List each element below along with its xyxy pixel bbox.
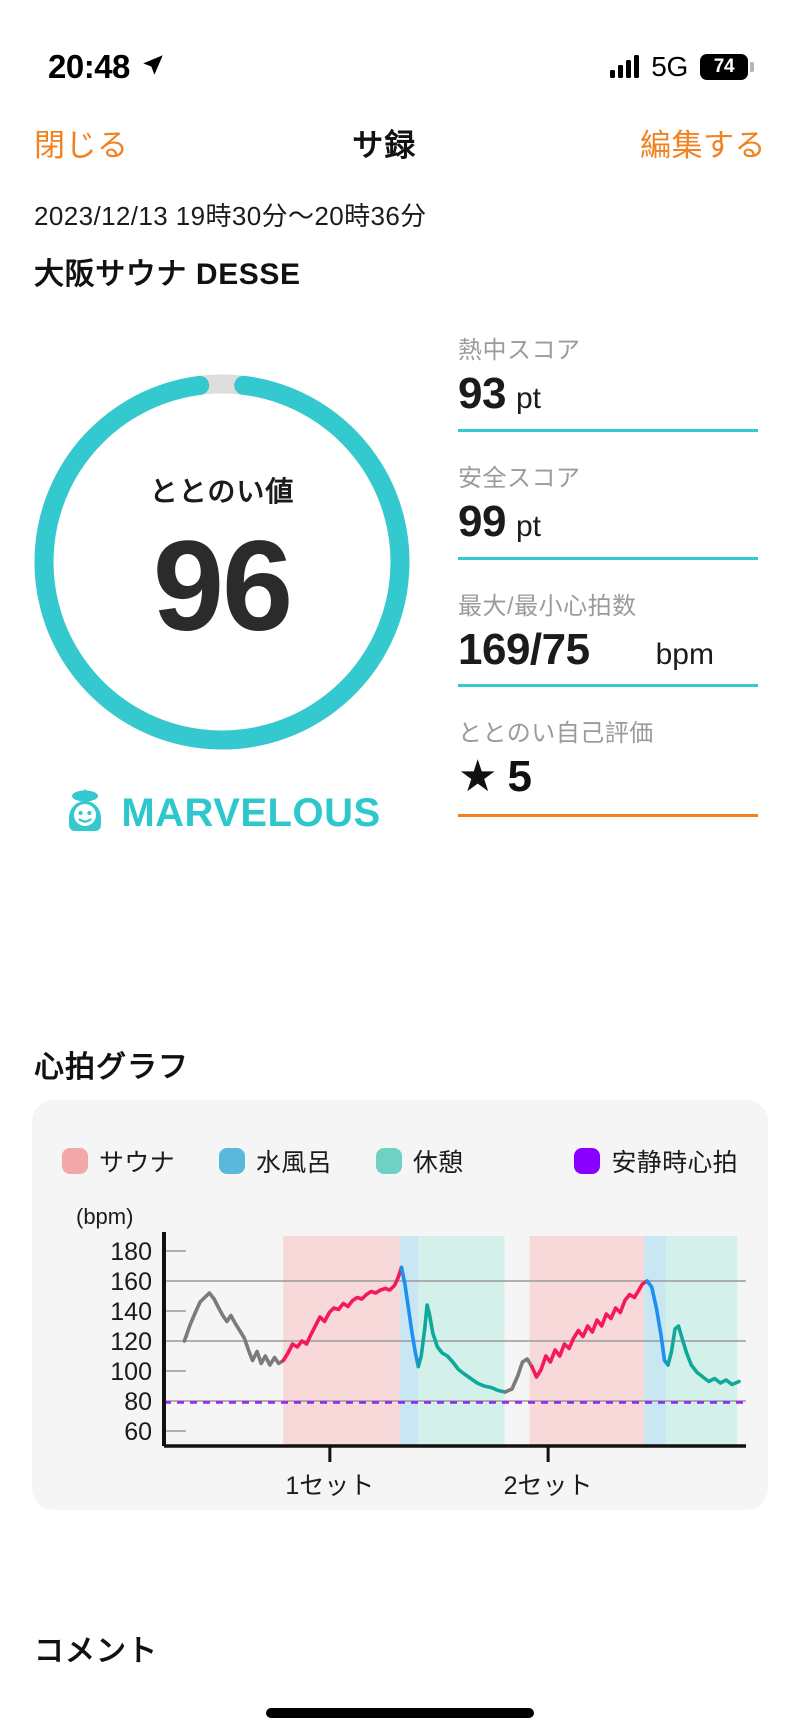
svg-text:180: 180 [110, 1238, 152, 1266]
edit-button[interactable]: 編集する [640, 120, 766, 165]
stat-value-row[interactable]: ★ 5 [458, 748, 758, 818]
score-section: ととのい値 96 MARVELOUS 熱中スコア 93 pt 安全スコア 99 … [0, 330, 800, 920]
navigation-bar: 閉じる サ録 編集する [0, 104, 800, 180]
svg-text:100: 100 [110, 1358, 152, 1386]
stat-unit: bpm [655, 638, 714, 671]
stat-label: ととのい自己評価 [458, 720, 654, 748]
svg-text:160: 160 [110, 1268, 152, 1296]
network-label: 5G [651, 51, 688, 82]
svg-text:2セット: 2セット [504, 1472, 593, 1498]
status-bar-left: 20:48 [48, 48, 166, 86]
status-time: 20:48 [48, 48, 130, 85]
status-bar: 20:48 5G 74 [0, 0, 800, 100]
stat-label: 安全スコア [458, 465, 581, 492]
stat-label: 熱中スコア [458, 337, 581, 364]
star-icon: ★ [458, 752, 498, 802]
chart-y-axis-unit: (bpm) [76, 1204, 134, 1229]
stat-label: 最大/最小心拍数 [458, 593, 637, 620]
session-header: 2023/12/13 19時30分〜20時36分 大阪サウナ DESSE [34, 196, 766, 293]
rank-badge: MARVELOUS [22, 782, 422, 844]
stats-list: 熱中スコア 93 pt 安全スコア 99 pt 最大/最小心拍数 169/75 … [458, 330, 758, 843]
stat-safety-score: 安全スコア 99 pt [458, 458, 758, 560]
svg-text:1セット: 1セット [285, 1472, 374, 1498]
legend-swatch-rest [375, 1148, 402, 1174]
legend-label: 安静時心拍 [611, 1149, 738, 1177]
stat-value-row: 169/75 bpm [458, 621, 758, 688]
stat-unit: pt [515, 510, 541, 543]
session-date-range: 2023/12/13 19時30分〜20時36分 [34, 201, 427, 231]
legend-label: 水風呂 [255, 1149, 332, 1177]
battery-level: 74 [713, 56, 735, 77]
comment-section-title: コメント [34, 1635, 158, 1668]
home-indicator[interactable] [266, 1708, 534, 1718]
svg-text:120: 120 [110, 1328, 152, 1356]
legend-swatch-sauna [62, 1148, 88, 1174]
rank-badge-label: MARVELOUS [121, 790, 381, 835]
stat-heat-score: 熱中スコア 93 pt [458, 330, 758, 432]
sauna-character-icon [63, 788, 107, 839]
totonoi-score-ring: ととのい値 96 [22, 362, 422, 762]
location-arrow-icon [140, 52, 166, 83]
stat-value-row: 99 pt [458, 493, 758, 560]
legend-item-rest: 休憩 [375, 1143, 464, 1179]
app-screen: 20:48 5G 74 閉じる サ録 編集する 2023/12/13 19時30… [0, 0, 800, 1732]
svg-text:80: 80 [124, 1388, 152, 1416]
legend-swatch-resting-hr [574, 1148, 601, 1174]
close-button[interactable]: 閉じる [34, 120, 129, 165]
page-title: サ録 [352, 127, 417, 163]
stat-value: 99 [458, 497, 506, 546]
heart-rate-plot: 1801601401201008060 1セット 2セット [110, 1232, 746, 1498]
ring-label: ととのい値 [149, 475, 295, 507]
status-bar-right: 5G 74 [610, 51, 754, 83]
ring-center-content: ととのい値 96 [22, 362, 422, 762]
stat-value-row: 93 pt [458, 365, 758, 432]
heart-rate-chart-card: サウナ 水風呂 休憩 安静時心拍 (bpm) 180 160 140 120 100 80… [32, 1100, 768, 1510]
stat-value: 169/75 [458, 625, 590, 674]
ring-value: 96 [152, 514, 293, 658]
stat-heart-rate-range: 最大/最小心拍数 169/75 bpm [458, 586, 758, 688]
legend-swatch-coldbath [218, 1148, 245, 1174]
chart-section-title: 心拍グラフ [34, 1051, 189, 1084]
legend-item-sauna: サウナ [62, 1143, 175, 1179]
session-place-name: 大阪サウナ DESSE [34, 258, 301, 291]
stat-value: 5 [507, 752, 532, 802]
signal-bars-icon [610, 55, 640, 78]
stat-self-rating: ととのい自己評価 ★ 5 [458, 713, 758, 818]
legend-item-coldbath: 水風呂 [218, 1143, 332, 1179]
legend-label: 休憩 [412, 1149, 464, 1177]
legend-label: サウナ [99, 1149, 175, 1177]
svg-text:140: 140 [110, 1298, 152, 1326]
stat-unit: pt [515, 382, 541, 415]
legend-item-resting-hr: 安静時心拍 [574, 1143, 738, 1179]
battery-icon: 74 [700, 54, 754, 80]
stat-value: 93 [458, 369, 506, 418]
chart-legend: サウナ 水風呂 休憩 安静時心拍 [62, 1144, 738, 1178]
svg-text:60: 60 [124, 1418, 152, 1446]
